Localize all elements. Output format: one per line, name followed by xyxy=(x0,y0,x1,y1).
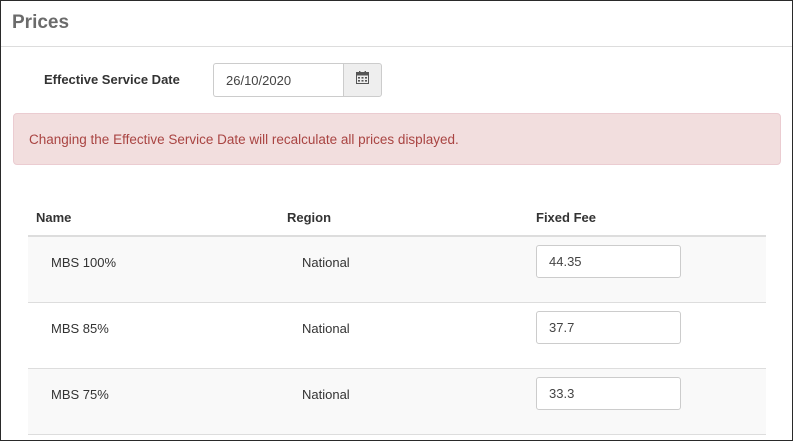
row-region: National xyxy=(302,321,350,336)
table-row: MBS 85% National xyxy=(28,303,766,369)
fixed-fee-input[interactable] xyxy=(536,311,681,344)
table-row: MBS 75% National xyxy=(28,369,766,435)
date-picker-button[interactable] xyxy=(343,63,382,97)
column-header-fixed-fee: Fixed Fee xyxy=(536,210,596,225)
prices-table: Name Region Fixed Fee MBS 100% National … xyxy=(28,199,766,435)
table-header: Name Region Fixed Fee xyxy=(28,199,766,237)
table-row: MBS 100% National xyxy=(28,237,766,303)
row-region: National xyxy=(302,255,350,270)
column-header-name: Name xyxy=(36,210,72,225)
fixed-fee-input[interactable] xyxy=(536,245,681,278)
service-date-label: Effective Service Date xyxy=(44,72,180,87)
service-date-row: Effective Service Date xyxy=(1,63,792,97)
row-region: National xyxy=(302,387,350,402)
row-name: MBS 100% xyxy=(51,255,117,270)
panel-header: Prices xyxy=(1,1,792,47)
column-header-region: Region xyxy=(287,210,332,225)
prices-panel: Prices Effective Service Date Changing xyxy=(0,0,793,441)
calendar-icon xyxy=(356,71,369,89)
recalculate-alert: Changing the Effective Service Date will… xyxy=(13,113,781,165)
alert-text: Changing the Effective Service Date will… xyxy=(29,131,459,147)
service-date-input[interactable] xyxy=(213,63,344,97)
panel-title: Prices xyxy=(12,11,70,33)
row-name: MBS 75% xyxy=(51,387,109,402)
fixed-fee-input[interactable] xyxy=(536,377,681,410)
row-name: MBS 85% xyxy=(51,321,109,336)
